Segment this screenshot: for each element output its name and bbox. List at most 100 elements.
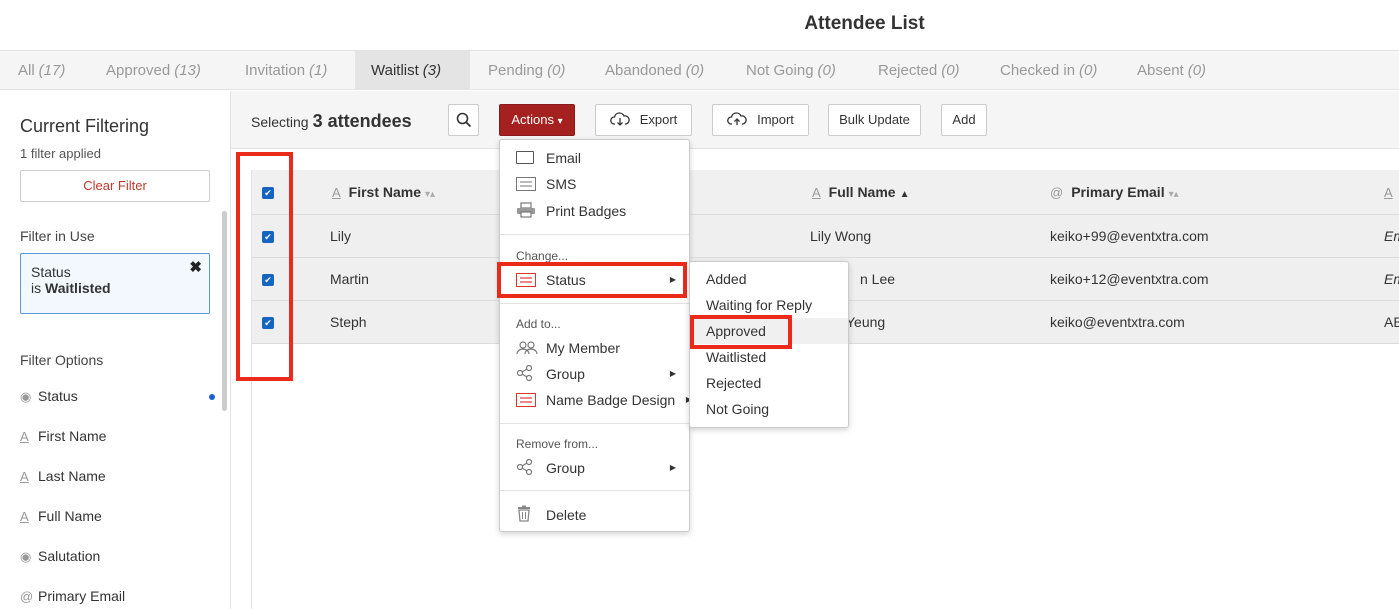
- printer-icon: [517, 202, 535, 218]
- filter-option-primary-email[interactable]: @ Primary Email: [20, 588, 215, 608]
- clear-filter-button[interactable]: Clear Filter: [20, 170, 210, 202]
- status-option-added[interactable]: Added: [690, 266, 848, 292]
- members-icon: [516, 341, 538, 355]
- filter-option-status[interactable]: ◉ Status: [20, 388, 215, 408]
- radio-icon: ◉: [20, 549, 32, 564]
- filter-option-salutation[interactable]: ◉ Salutation: [20, 548, 215, 568]
- bulk-update-button[interactable]: Bulk Update: [828, 104, 921, 136]
- cell-extra: AB: [1384, 314, 1399, 330]
- column-header-extra[interactable]: A: [1384, 170, 1399, 215]
- remove-filter-icon[interactable]: ✖: [189, 258, 202, 276]
- tab-count: (3): [422, 62, 442, 79]
- cell-full-name: Lily Wong: [810, 228, 872, 244]
- filter-option-label: Full Name: [38, 508, 102, 524]
- at-icon: @: [1050, 185, 1064, 200]
- status-tabs: All (17) Approved (13) Invitation (1) Waitl…: [0, 50, 1399, 90]
- menu-item-name-badge-design[interactable]: Name Badge Design▶: [516, 390, 692, 410]
- cell-first-name: Steph: [330, 314, 367, 330]
- cell-full-name: Yeung: [846, 314, 886, 330]
- menu-item-my-member[interactable]: My Member: [516, 338, 686, 358]
- checkbox-highlight-box: [236, 152, 293, 381]
- menu-item-label: My Member: [546, 340, 620, 356]
- tab-checked-in[interactable]: Checked in (0): [984, 51, 1113, 90]
- filter-operator: is: [31, 280, 42, 296]
- cloud-download-icon: [609, 112, 630, 126]
- tab-count: (0): [1187, 62, 1207, 79]
- add-to-section-header: Add to...: [516, 317, 561, 331]
- tab-label: Invitation: [245, 62, 306, 79]
- active-filter-chip[interactable]: ✖ Status is Waitlisted: [20, 253, 210, 314]
- tab-count: (0): [1079, 62, 1098, 79]
- export-label: Export: [639, 112, 678, 127]
- filter-option-label: Salutation: [38, 548, 101, 564]
- cell-first-name: Lily: [330, 228, 352, 244]
- column-header-primary-email[interactable]: @ Primary Email ▾▴: [1050, 170, 1179, 215]
- column-header-first-name[interactable]: A First Name ▾▴: [332, 170, 435, 215]
- tab-not-going[interactable]: Not Going (0): [730, 51, 852, 90]
- tab-label: Approved: [106, 62, 171, 79]
- tab-invitation[interactable]: Invitation (1): [229, 51, 343, 90]
- search-button[interactable]: [448, 104, 479, 136]
- menu-item-sms[interactable]: SMS: [516, 174, 686, 194]
- tab-count: (0): [685, 62, 705, 79]
- import-label: Import: [757, 112, 794, 127]
- menu-item-print-badges[interactable]: Print Badges: [516, 201, 686, 221]
- top-bar: Attendee List: [0, 0, 1399, 50]
- text-icon: A: [1384, 185, 1393, 200]
- menu-divider: [500, 423, 689, 424]
- sidebar-scrollbar[interactable]: [222, 211, 227, 411]
- menu-item-label: Group: [546, 366, 585, 382]
- caret-down-icon: ▾: [557, 116, 563, 127]
- actions-button[interactable]: Actions ▾: [499, 104, 575, 136]
- menu-divider: [500, 490, 689, 491]
- filter-option-full-name[interactable]: A Full Name: [20, 508, 215, 528]
- tab-absent[interactable]: Absent (0): [1121, 51, 1222, 90]
- at-icon: @: [20, 589, 34, 604]
- table-row[interactable]: ✔ Lily Lily Wong keiko+99@eventxtra.com …: [252, 215, 1399, 258]
- menu-item-email[interactable]: Email: [516, 148, 686, 168]
- column-label: Primary Email: [1071, 184, 1165, 200]
- menu-item-group[interactable]: Group ▶: [516, 364, 686, 384]
- filter-options-label: Filter Options: [20, 352, 104, 368]
- tab-count: (0): [547, 62, 566, 79]
- tab-abandoned[interactable]: Abandoned (0): [589, 51, 720, 90]
- cell-email: keiko+99@eventxtra.com: [1050, 228, 1209, 244]
- filters-applied-text: 1 filter applied: [20, 146, 101, 161]
- menu-item-delete[interactable]: Delete: [516, 505, 686, 525]
- export-button[interactable]: Export: [595, 104, 692, 136]
- actions-label: Actions: [511, 112, 554, 127]
- table-header: ✔ A First Name ▾▴ A Full Name ▲ @ Primary Ema…: [252, 170, 1399, 215]
- tab-label: Rejected: [878, 62, 938, 79]
- menu-item-label: Print Badges: [546, 203, 627, 219]
- tab-waitlist[interactable]: Waitlist (3): [355, 51, 470, 90]
- search-icon: [456, 112, 471, 128]
- filter-sidebar: Current Filtering 1 filter applied Clear…: [0, 91, 231, 609]
- sms-icon: [516, 177, 536, 191]
- current-filtering-heading: Current Filtering: [20, 116, 150, 136]
- tab-pending[interactable]: Pending (0): [472, 51, 581, 90]
- tab-all[interactable]: All (17): [2, 51, 81, 90]
- submenu-arrow-icon: ▶: [669, 463, 676, 472]
- menu-item-remove-group[interactable]: Group ▶: [516, 458, 686, 478]
- approved-highlight-box: [690, 315, 792, 349]
- filter-option-first-name[interactable]: A First Name: [20, 428, 215, 448]
- add-button[interactable]: Add: [941, 104, 987, 136]
- filter-condition: is Waitlisted: [31, 280, 199, 296]
- tab-label: Absent: [1137, 62, 1184, 79]
- status-option-rejected[interactable]: Rejected: [690, 370, 848, 396]
- selecting-label: Selecting: [251, 114, 309, 130]
- tab-rejected[interactable]: Rejected (0): [862, 51, 976, 90]
- cell-email: keiko+12@eventxtra.com: [1050, 271, 1209, 287]
- selection-summary: Selecting 3 attendees: [251, 111, 412, 132]
- remove-from-section-header: Remove from...: [516, 437, 599, 451]
- tab-approved[interactable]: Approved (13): [90, 51, 217, 90]
- status-option-not-going[interactable]: Not Going: [690, 396, 848, 422]
- import-button[interactable]: Import: [712, 104, 809, 136]
- sort-icon: ▾▴: [1168, 189, 1179, 200]
- trash-icon: [518, 505, 530, 522]
- tab-count: (1): [309, 62, 328, 79]
- filter-option-label: First Name: [38, 428, 107, 444]
- column-header-full-name[interactable]: A Full Name ▲: [812, 170, 909, 215]
- sort-icon: ▾▴: [425, 189, 436, 200]
- filter-option-last-name[interactable]: A Last Name: [20, 468, 215, 488]
